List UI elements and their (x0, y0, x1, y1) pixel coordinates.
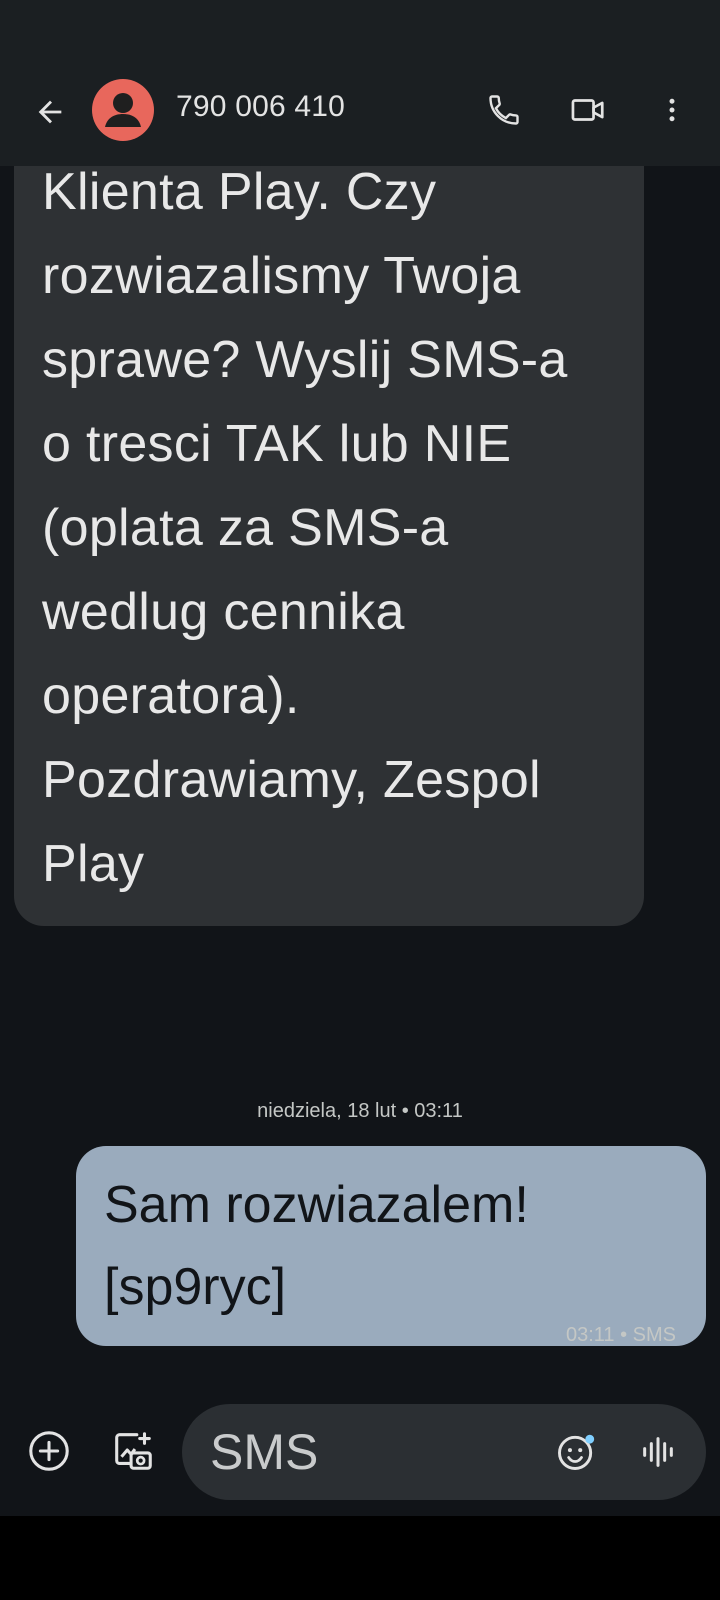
add-photo-icon (115, 1432, 152, 1470)
emoji-icon (558, 1434, 595, 1470)
add-circle-icon (29, 1431, 69, 1471)
person-avatar-icon (105, 93, 141, 127)
outgoing-message-bubble[interactable]: Sam rozwiazalem! [sp9ryc] (76, 1146, 706, 1346)
top-app-bar: 790 006 410 (0, 56, 720, 166)
conversation-thread[interactable]: kontakt z Obsluga Klienta Play. Czy rozw… (0, 166, 720, 1392)
message-input[interactable] (210, 1422, 530, 1482)
status-bar (0, 0, 720, 56)
add-attachment-button[interactable] (22, 1424, 76, 1478)
compose-field[interactable] (182, 1404, 706, 1500)
emoji-button[interactable] (550, 1426, 602, 1478)
more-vert-icon (669, 98, 675, 122)
incoming-message-text: kontakt z Obsluga Klienta Play. Czy rozw… (42, 166, 568, 893)
video-camera-icon (571, 99, 604, 121)
arrow-back-icon (38, 100, 62, 124)
contact-avatar[interactable] (92, 79, 154, 141)
date-divider: niedziela, 18 lut • 03:11 (257, 1100, 463, 1122)
contact-name[interactable]: 790 006 410 (176, 90, 345, 124)
compose-bar (0, 1392, 720, 1516)
phone-icon (489, 95, 519, 125)
message-status: 03:11 • SMS (565, 1324, 676, 1346)
navigation-bar (0, 1516, 720, 1600)
call-button[interactable] (476, 82, 532, 138)
more-options-button[interactable] (644, 82, 700, 138)
messages-screen: 790 006 410 kontakt z Obsluga Klienta Pl… (0, 0, 720, 1600)
incoming-message-bubble[interactable]: kontakt z Obsluga Klienta Play. Czy rozw… (14, 166, 644, 926)
back-button[interactable] (24, 86, 76, 138)
video-call-button[interactable] (560, 82, 616, 138)
outgoing-message-text: Sam rozwiazalem! [sp9ryc] (104, 1176, 529, 1316)
gallery-button[interactable] (106, 1424, 160, 1478)
voice-waveform-icon (643, 1437, 673, 1467)
voice-message-button[interactable] (632, 1426, 684, 1478)
